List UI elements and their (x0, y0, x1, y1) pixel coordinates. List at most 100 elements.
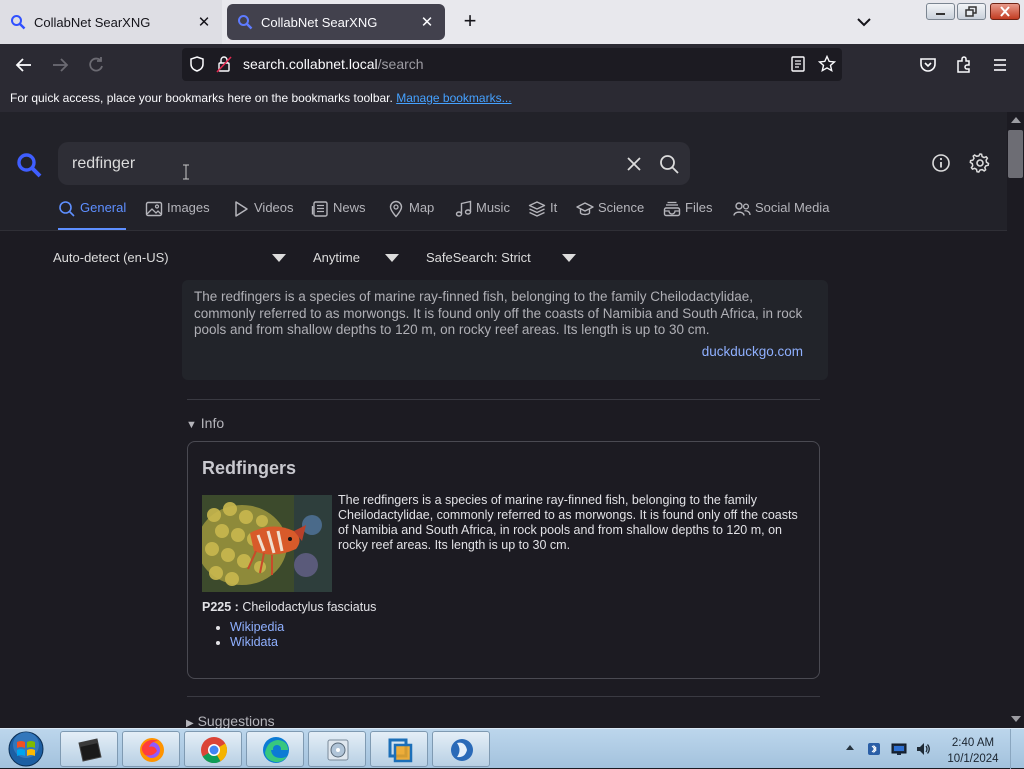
search-submit-icon[interactable] (658, 153, 680, 175)
window-minimize-button[interactable] (926, 3, 955, 20)
url-path: /search (377, 56, 424, 72)
taskbar-terminal[interactable] (60, 731, 118, 767)
attribute-key: P225 : (202, 600, 239, 614)
tab-searxng-2-active[interactable]: CollabNet SearXNG ✕ (227, 4, 445, 40)
answer-source-link[interactable]: duckduckgo.com (702, 344, 803, 361)
window-close-button[interactable] (990, 3, 1020, 20)
tab-science[interactable]: Science (576, 200, 644, 230)
terminal-window-icon (78, 738, 102, 762)
insecure-lock-icon[interactable] (216, 55, 232, 73)
disclosure-triangle-right-icon: ▶ (186, 718, 194, 728)
tab-music[interactable]: Music (454, 200, 510, 230)
search-input[interactable] (72, 142, 612, 185)
bluetooth-tray-icon[interactable] (866, 741, 882, 757)
taskbar-clock[interactable]: 2:40 AM 10/1/2024 (944, 735, 1002, 767)
window-restore-button[interactable] (957, 3, 986, 20)
tab-close-icon[interactable]: ✕ (196, 13, 212, 31)
windows-start-orb-icon[interactable] (4, 730, 48, 768)
info-section-toggle[interactable]: ▼ Info (186, 415, 224, 431)
tab-images[interactable]: Images (145, 200, 210, 230)
taskbar-edge[interactable] (246, 731, 304, 767)
tab-videos[interactable]: Videos (232, 200, 294, 230)
taskbar-app[interactable] (432, 731, 490, 767)
info-circle-icon[interactable] (931, 153, 951, 173)
taskbar-media-player[interactable] (308, 731, 366, 767)
bookmarks-toolbar: For quick access, place your bookmarks h… (0, 86, 1024, 112)
language-select[interactable]: Auto-detect (en-US) (53, 250, 169, 265)
firefox-icon (140, 738, 164, 762)
tab-files[interactable]: Files (663, 200, 712, 230)
url-text[interactable]: search.collabnet.local/search (243, 56, 424, 72)
tab-label: Images (167, 200, 210, 215)
infobox-title: Redfingers (202, 458, 297, 478)
safesearch-select[interactable]: SafeSearch: Strict (426, 250, 531, 265)
infobox-fish-image[interactable] (202, 495, 332, 592)
infobox-description: The redfingers is a species of marine ra… (338, 493, 798, 552)
taskbar-firefox[interactable] (122, 731, 180, 767)
language-dropdown-caret-icon[interactable] (272, 254, 286, 262)
tab-searxng-1[interactable]: CollabNet SearXNG ✕ (0, 0, 222, 44)
reader-view-icon[interactable] (790, 56, 806, 72)
header-divider (0, 230, 1007, 231)
tab-label: General (80, 200, 127, 215)
section-divider (187, 696, 820, 697)
tab-it[interactable]: It (528, 200, 557, 230)
extensions-puzzle-icon[interactable] (954, 55, 974, 75)
file-tray-icon (663, 201, 681, 217)
tab-title: CollabNet SearXNG (34, 14, 151, 30)
attribute-value: Cheilodactylus fasciatus (242, 600, 377, 614)
infobox: Redfingers The redfingers is a species o… (187, 441, 820, 679)
tab-close-icon[interactable]: ✕ (419, 13, 435, 31)
edge-icon (263, 737, 289, 763)
volume-speaker-tray-icon[interactable] (915, 741, 931, 757)
people-icon (733, 202, 751, 216)
suggestions-section-toggle[interactable]: ▶ Suggestions (186, 713, 275, 728)
tab-label: Music (476, 200, 510, 215)
clock-date: 10/1/2024 (947, 753, 999, 765)
tracking-protection-shield-icon[interactable] (188, 55, 206, 73)
time-range-select[interactable]: Anytime (313, 250, 360, 265)
wikidata-link[interactable]: Wikidata (230, 635, 278, 649)
bookmark-star-icon[interactable] (818, 55, 836, 73)
scroll-down-arrow-icon[interactable] (1011, 716, 1021, 722)
app-menu-hamburger-icon[interactable] (990, 55, 1010, 75)
show-hidden-icons-arrow-icon[interactable] (846, 745, 854, 750)
scroll-thumb[interactable] (1008, 130, 1023, 178)
minimize-icon (936, 13, 945, 15)
safesearch-dropdown-caret-icon[interactable] (562, 254, 576, 262)
tab-news[interactable]: News (311, 200, 366, 230)
music-note-icon (455, 200, 472, 217)
chrome-icon (201, 737, 228, 764)
taskbar-virtualbox[interactable] (370, 731, 428, 767)
tab-general[interactable]: General (58, 200, 127, 230)
tab-label: It (550, 200, 558, 215)
manage-bookmarks-link[interactable]: Manage bookmarks... (396, 91, 511, 105)
pocket-icon[interactable] (918, 55, 938, 75)
infobox-links: Wikipedia Wikidata (230, 620, 284, 650)
tab-social-media[interactable]: Social Media (733, 200, 829, 230)
searxng-logo-icon[interactable] (16, 152, 42, 178)
map-pin-icon (389, 200, 403, 218)
vertical-scrollbar[interactable] (1007, 112, 1024, 728)
network-monitor-tray-icon[interactable] (891, 741, 907, 757)
wikipedia-link[interactable]: Wikipedia (230, 620, 284, 634)
media-player-icon (327, 739, 349, 761)
searxng-favicon-icon (11, 15, 26, 30)
bookmarks-hint-text: For quick access, place your bookmarks h… (10, 91, 393, 105)
reload-icon[interactable] (86, 55, 106, 75)
tab-map[interactable]: Map (387, 200, 434, 230)
instant-answer-box: The redfingers is a species of marine ra… (182, 280, 828, 380)
new-tab-plus-icon[interactable]: + (458, 10, 482, 34)
redfinger-fish-photo-icon (202, 495, 332, 592)
scroll-up-arrow-icon[interactable] (1011, 117, 1021, 123)
back-arrow-icon[interactable] (14, 55, 34, 75)
tab-label: Science (598, 200, 645, 215)
forward-arrow-icon[interactable] (50, 55, 70, 75)
taskbar-chrome[interactable] (184, 731, 242, 767)
settings-gear-icon[interactable] (969, 152, 991, 174)
tab-label: News (333, 200, 366, 215)
show-desktop-button[interactable] (1010, 729, 1024, 769)
list-all-tabs-chevron-icon[interactable] (852, 12, 876, 32)
clear-x-icon[interactable] (624, 154, 644, 174)
time-range-dropdown-caret-icon[interactable] (385, 254, 399, 262)
